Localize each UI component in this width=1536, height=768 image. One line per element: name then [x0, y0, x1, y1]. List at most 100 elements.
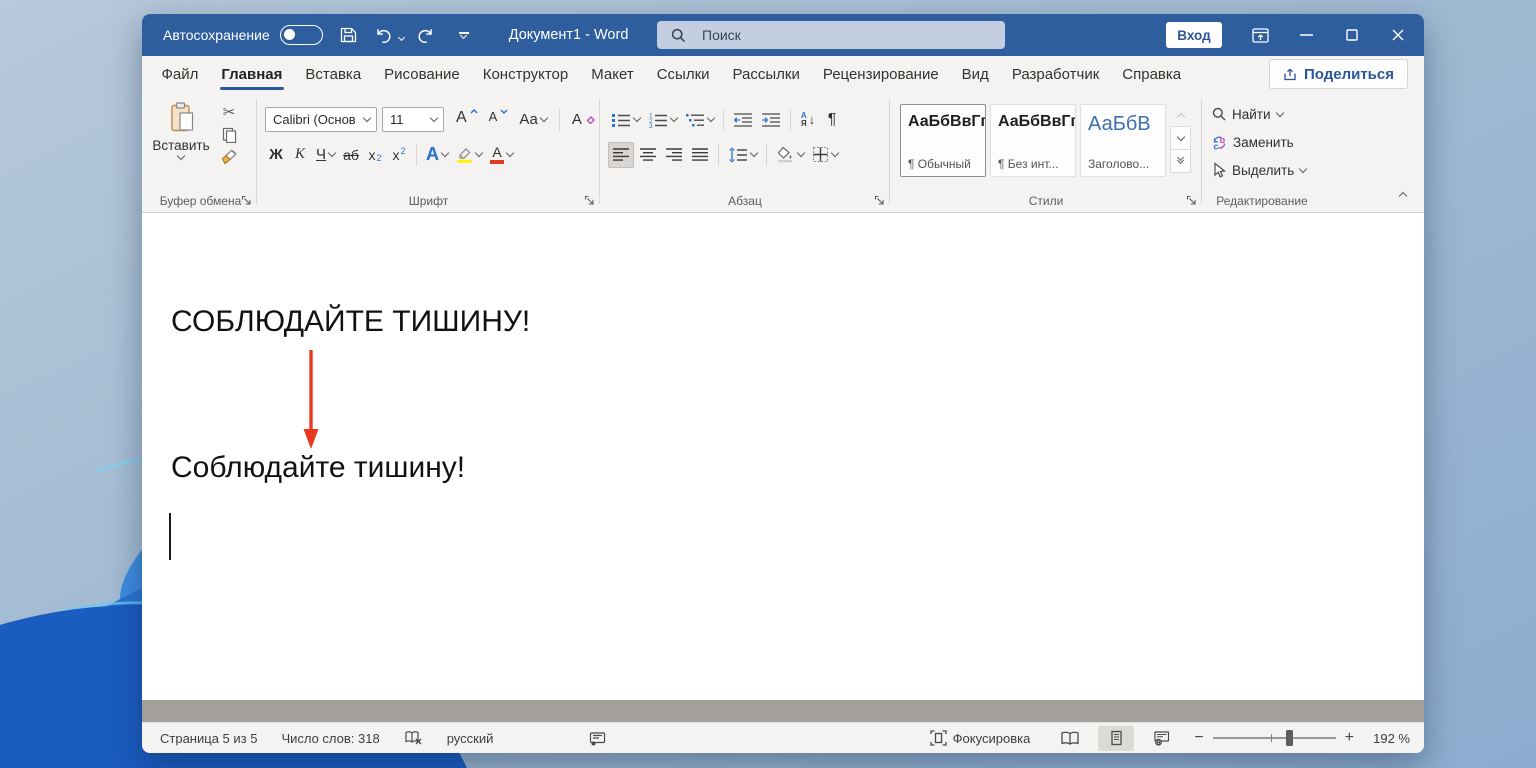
shrink-font-button[interactable]: А — [486, 107, 512, 133]
styles-more-button[interactable] — [1170, 149, 1191, 173]
strikethrough-button[interactable]: аб — [340, 142, 362, 168]
font-name-select[interactable]: Calibri (Основ — [265, 107, 377, 132]
tab-file[interactable]: Файл — [150, 56, 210, 93]
dialog-launcher-icon[interactable] — [874, 195, 885, 206]
select-button[interactable]: Выделить — [1202, 157, 1322, 183]
italic-button[interactable]: К — [289, 142, 311, 168]
bullets-button[interactable] — [608, 107, 643, 133]
group-label-paragraph: Абзац — [728, 194, 762, 208]
increase-indent-button[interactable] — [758, 107, 784, 133]
share-button[interactable]: Поделиться — [1268, 59, 1408, 89]
minimize-button[interactable] — [1283, 14, 1329, 56]
change-case-button[interactable]: Аа — [516, 107, 550, 133]
search-box[interactable] — [657, 21, 1005, 49]
clear-formatting-button[interactable]: А — [569, 107, 598, 133]
save-icon[interactable] — [336, 21, 362, 49]
ribbon-display-options-icon[interactable] — [1237, 14, 1283, 56]
group-styles: АаБбВвГгД ¶ Обычный АаБбВвГгД ¶ Без инт.… — [890, 93, 1202, 212]
dialog-launcher-icon[interactable] — [241, 195, 252, 206]
line-spacing-button[interactable] — [725, 142, 760, 168]
language-indicator[interactable]: русский — [447, 731, 494, 746]
chevron-down-icon — [327, 148, 337, 158]
bullet-list-icon — [612, 113, 630, 127]
tab-review[interactable]: Рецензирование — [811, 56, 950, 93]
font-color-button[interactable]: А — [487, 142, 516, 168]
align-center-button[interactable] — [636, 142, 660, 168]
autosave-toggle[interactable] — [279, 25, 323, 45]
paste-button[interactable]: Вставить — [150, 93, 212, 166]
copy-icon[interactable] — [221, 127, 237, 143]
format-painter-icon[interactable] — [220, 149, 238, 166]
proofing-errors-icon[interactable] — [404, 730, 423, 746]
search-input[interactable] — [700, 26, 960, 44]
replace-button[interactable]: b c Заменить — [1202, 129, 1322, 155]
style-card-heading1[interactable]: АаБбВ Заголово... — [1080, 104, 1166, 177]
tab-insert[interactable]: Вставка — [294, 56, 373, 93]
borders-button[interactable] — [809, 142, 841, 168]
focus-mode-button[interactable]: Фокусировка — [930, 730, 1030, 746]
tab-layout[interactable]: Макет — [580, 56, 645, 93]
zoom-level[interactable]: 192 % — [1364, 731, 1410, 746]
style-card-normal[interactable]: АаБбВвГгД ¶ Обычный — [900, 104, 986, 177]
group-label-font: Шрифт — [408, 194, 449, 208]
numbering-button[interactable]: 1 2 3 — [645, 107, 680, 133]
tab-home[interactable]: Главная — [210, 56, 294, 93]
text-effects-button[interactable]: А — [423, 142, 451, 168]
collapse-ribbon-button[interactable] — [1398, 186, 1408, 204]
word-count[interactable]: Число слов: 318 — [281, 731, 379, 746]
zoom-out-button[interactable]: − — [1194, 729, 1203, 747]
chevron-down-icon — [440, 148, 450, 158]
multilevel-list-button[interactable] — [682, 107, 717, 133]
undo-chevron-icon[interactable] — [397, 27, 405, 43]
style-card-no-spacing[interactable]: АаБбВвГгД ¶ Без инт... — [990, 104, 1076, 177]
paste-chevron-icon — [176, 151, 186, 161]
document-page[interactable]: СОБЛЮДАЙТЕ ТИШИНУ! Соблюдайте тишину! — [142, 213, 1424, 700]
sort-button[interactable]: А Я ↓ — [797, 107, 819, 133]
styles-scroll-up-button[interactable] — [1170, 103, 1191, 127]
zoom-in-button[interactable]: + — [1345, 729, 1354, 747]
tab-mailings[interactable]: Рассылки — [721, 56, 811, 93]
bold-button[interactable]: Ж — [265, 142, 287, 168]
tab-view[interactable]: Вид — [950, 56, 1000, 93]
underline-button[interactable]: Ч — [313, 142, 338, 168]
web-layout-button[interactable] — [1144, 726, 1180, 751]
styles-scroll-down-button[interactable] — [1170, 126, 1191, 150]
undo-icon[interactable] — [371, 21, 397, 49]
chevron-down-icon — [632, 113, 642, 123]
red-down-arrow — [303, 350, 319, 449]
align-left-button[interactable] — [608, 141, 634, 168]
tab-references[interactable]: Ссылки — [645, 56, 721, 93]
maximize-button[interactable] — [1329, 14, 1375, 56]
justify-button[interactable] — [688, 142, 712, 168]
show-marks-button[interactable]: ¶ — [821, 107, 843, 133]
zoom-slider[interactable] — [1212, 730, 1336, 746]
status-bar: Страница 5 из 5 Число слов: 318 русский — [142, 722, 1424, 753]
page-indicator[interactable]: Страница 5 из 5 — [160, 731, 257, 746]
read-mode-button[interactable] — [1052, 726, 1088, 751]
subscript-button[interactable]: х2 — [364, 142, 386, 168]
find-button[interactable]: Найти — [1202, 101, 1322, 127]
quick-access-customize-icon[interactable] — [451, 31, 477, 39]
close-button[interactable] — [1375, 14, 1421, 56]
font-size-select[interactable]: 11 — [382, 107, 444, 132]
paint-bucket-icon — [777, 146, 792, 163]
highlight-button[interactable] — [453, 142, 485, 168]
shading-button[interactable] — [773, 142, 807, 168]
tab-help[interactable]: Справка — [1111, 56, 1193, 93]
print-layout-button[interactable] — [1098, 725, 1135, 751]
cut-icon[interactable]: ✂ — [223, 103, 236, 121]
superscript-button[interactable]: х2 — [388, 142, 410, 168]
chevron-down-icon — [1299, 164, 1308, 173]
macro-recording-icon[interactable] — [589, 731, 606, 746]
grow-font-button[interactable]: А — [453, 107, 481, 133]
tab-design[interactable]: Конструктор — [471, 56, 580, 93]
dialog-launcher-icon[interactable] — [1186, 195, 1197, 206]
redo-icon[interactable] — [413, 21, 439, 49]
zoom-slider-handle[interactable] — [1285, 730, 1293, 746]
decrease-indent-button[interactable] — [730, 107, 756, 133]
tab-developer[interactable]: Разработчик — [1000, 56, 1110, 93]
signin-button[interactable]: Вход — [1166, 22, 1222, 48]
align-right-button[interactable] — [662, 142, 686, 168]
dialog-launcher-icon[interactable] — [584, 195, 595, 206]
tab-draw[interactable]: Рисование — [373, 56, 472, 93]
